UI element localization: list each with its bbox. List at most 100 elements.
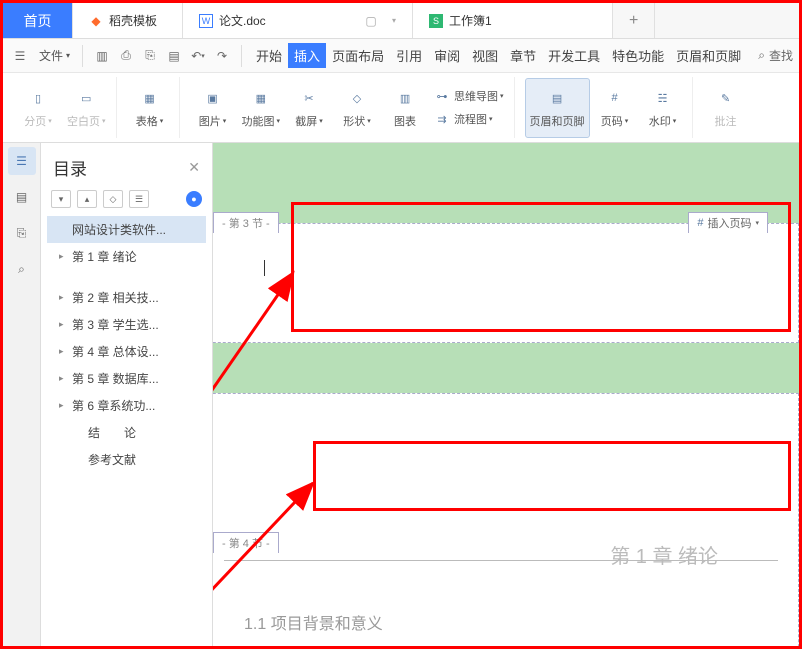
toc-more-icon[interactable]: ☰ — [129, 190, 149, 208]
tab-dropdown-icon[interactable]: ▾ — [392, 16, 396, 25]
watermark-button[interactable]: ☵ 水印▾ — [640, 78, 686, 138]
app-menu-icon[interactable]: ☰ — [9, 45, 31, 67]
header-footer-button[interactable]: ▤ 页眉和页脚 — [525, 78, 590, 138]
page-number-small-icon: # — [697, 217, 703, 229]
blank-page-button[interactable]: ▭ 空白页▾ — [63, 78, 110, 138]
chart-button[interactable]: ▥ 图表 — [382, 78, 428, 138]
toc-item[interactable]: ▸网站设计类软件... — [47, 216, 206, 243]
toc-nav-icon[interactable]: ◇ — [103, 190, 123, 208]
screenshot-icon: ✂ — [297, 86, 321, 110]
screenshot-button[interactable]: ✂ 截屏▾ — [286, 78, 332, 138]
toc-item[interactable]: ▸第 3 章 学生选... — [47, 311, 206, 338]
tab-templates-label: 稻壳模板 — [109, 12, 157, 29]
search-icon: ⌕ — [758, 48, 765, 63]
menu-start[interactable]: 开始 — [250, 43, 288, 68]
document-canvas[interactable]: 页脚 - 第 3 节 - # 插入页码 ▾ 页眉 - 第 4 节 - 第 1 章… — [213, 143, 799, 646]
ribbon: ▯ 分页▾ ▭ 空白页▾ ▦ 表格▾ ▣ 图片▾ ▦ 功能图▾ ✂ 截屏▾ ◇ … — [3, 73, 799, 143]
page-number-icon: # — [603, 86, 627, 110]
screen-icon[interactable]: ▢ — [364, 14, 378, 28]
tab-home-label: 首页 — [24, 11, 52, 31]
menu-references[interactable]: 引用 — [390, 43, 428, 68]
tab-sheet[interactable]: S 工作簿1 — [413, 3, 613, 38]
menu-insert[interactable]: 插入 — [288, 43, 326, 68]
toc-item[interactable]: ▸第 5 章 数据库... — [47, 365, 206, 392]
tab-document[interactable]: W 论文.doc ▢ ▾ — [183, 3, 413, 38]
chart-icon: ▥ — [393, 86, 417, 110]
header-rule — [224, 560, 778, 561]
file-menu-label: 文件 — [39, 47, 63, 64]
comment-icon: ✎ — [714, 86, 738, 110]
tab-document-label: 论文.doc — [219, 12, 266, 29]
toc-item[interactable]: ▸参考文献 — [47, 446, 206, 473]
menu-chapter[interactable]: 章节 — [504, 43, 542, 68]
undo-icon[interactable]: ↶ ▾ — [187, 45, 209, 67]
print-icon[interactable]: ⎘ — [139, 45, 161, 67]
toc-item[interactable]: ▸第 6 章系统功... — [47, 392, 206, 419]
watermark-icon: ☵ — [651, 86, 675, 110]
picture-button[interactable]: ▣ 图片▾ — [190, 78, 236, 138]
redo-icon[interactable]: ↷ — [211, 45, 233, 67]
fire-icon: ◆ — [89, 14, 103, 28]
sheet-icon: S — [429, 14, 443, 28]
toc-header: 目录 ✕ — [47, 151, 206, 188]
header-section: - 第 4 节 - — [213, 532, 279, 553]
ribbon-group-comment: ✎ 批注 — [697, 77, 755, 138]
page-footer-area[interactable]: 页脚 - 第 3 节 - # 插入页码 ▾ — [213, 223, 799, 343]
shape-button[interactable]: ◇ 形状▾ — [334, 78, 380, 138]
menu-header-footer[interactable]: 页眉和页脚 — [670, 43, 747, 68]
page-header-area[interactable]: 页眉 - 第 4 节 - 第 1 章 绪论 1.1 项目背景和意义 — [213, 393, 799, 646]
tab-home[interactable]: 首页 — [3, 3, 73, 38]
side-bookmark-icon[interactable]: ⎘ — [8, 219, 36, 247]
chevron-down-icon: ▾ — [755, 219, 759, 227]
search-button[interactable]: ⌕ 查找 — [758, 47, 793, 64]
header-section-label: 页眉 - 第 4 节 - — [213, 524, 278, 553]
flowchart-icon: ⇉ — [434, 111, 450, 127]
flowchart-button[interactable]: ⇉ 流程图▾ — [430, 108, 508, 130]
toc-item[interactable]: ▸第 2 章 相关技... — [47, 284, 206, 311]
ribbon-group-illustrations: ▣ 图片▾ ▦ 功能图▾ ✂ 截屏▾ ◇ 形状▾ ▥ 图表 ⊶ 思维导图▾ ⇉ … — [184, 77, 515, 138]
comment-button[interactable]: ✎ 批注 — [703, 78, 749, 138]
text-caret — [264, 260, 265, 276]
print-layout-icon[interactable]: ▤ — [163, 45, 185, 67]
smart-shape-button[interactable]: ▦ 功能图▾ — [238, 78, 285, 138]
tab-templates[interactable]: ◆ 稻壳模板 — [73, 3, 183, 38]
page-number-button[interactable]: # 页码▾ — [592, 78, 638, 138]
side-toc-icon[interactable]: ☰ — [8, 147, 36, 175]
document-tabs: 首页 ◆ 稻壳模板 W 论文.doc ▢ ▾ S 工作簿1 + — [3, 3, 799, 39]
footer-section-label: 页脚 - 第 3 节 - — [213, 204, 278, 233]
menu-review[interactable]: 审阅 — [428, 43, 466, 68]
insert-page-number-button[interactable]: # 插入页码 ▾ — [688, 212, 768, 233]
blank-page-icon: ▭ — [74, 86, 98, 110]
save-icon[interactable]: ▥ — [91, 45, 113, 67]
menu-features[interactable]: 特色功能 — [606, 43, 670, 68]
file-menu[interactable]: 文件 ▾ — [35, 47, 74, 64]
mindmap-button[interactable]: ⊶ 思维导图▾ — [430, 85, 508, 107]
picture-icon: ▣ — [201, 86, 225, 110]
toc-title: 目录 — [53, 155, 87, 180]
side-toolstrip: ☰ ▤ ⎘ ⌕ — [3, 143, 41, 646]
tab-add[interactable]: + — [613, 3, 655, 38]
file-menu-group: ☰ 文件 ▾ — [9, 45, 83, 67]
chevron-down-icon: ▾ — [66, 51, 70, 60]
table-button[interactable]: ▦ 表格▾ — [127, 78, 173, 138]
side-search-icon[interactable]: ⌕ — [8, 255, 36, 283]
header-footer-icon: ▤ — [545, 86, 569, 110]
search-label: 查找 — [769, 47, 793, 64]
ribbon-tabs: 开始 插入 页面布局 引用 审阅 视图 章节 开发工具 特色功能 页眉和页脚 — [250, 43, 747, 68]
print-preview-icon[interactable]: ⎙ — [115, 45, 137, 67]
toc-item[interactable]: ▸第 1 章 绪论 — [47, 243, 206, 270]
ribbon-group-table: ▦ 表格▾ — [121, 77, 180, 138]
menu-view[interactable]: 视图 — [466, 43, 504, 68]
word-doc-icon: W — [199, 14, 213, 28]
toc-sync-icon[interactable]: ● — [186, 191, 202, 207]
toc-item[interactable]: ▸结 论 — [47, 419, 206, 446]
shape-icon: ◇ — [345, 86, 369, 110]
toc-item[interactable]: ▸第 4 章 总体设... — [47, 338, 206, 365]
menu-devtools[interactable]: 开发工具 — [542, 43, 606, 68]
toc-expand-down-icon[interactable]: ▾ — [51, 190, 71, 208]
side-page-icon[interactable]: ▤ — [8, 183, 36, 211]
section-break-button[interactable]: ▯ 分页▾ — [15, 78, 61, 138]
menu-page-layout[interactable]: 页面布局 — [326, 43, 390, 68]
toc-collapse-up-icon[interactable]: ▴ — [77, 190, 97, 208]
toc-close-icon[interactable]: ✕ — [188, 159, 200, 176]
